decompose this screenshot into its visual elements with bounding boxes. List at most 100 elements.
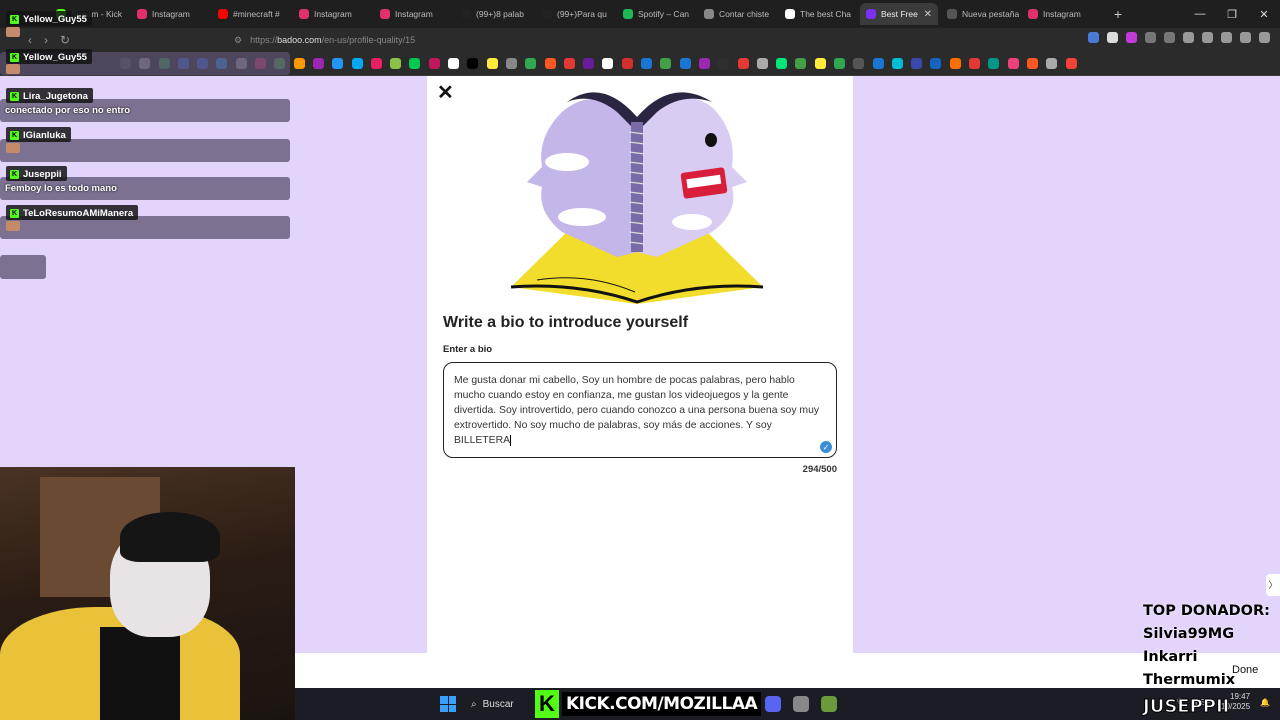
translate-icon[interactable]	[1088, 32, 1099, 43]
shield-icon[interactable]	[1240, 32, 1251, 43]
bookmark-icon[interactable]	[776, 58, 788, 69]
bookmark-icon[interactable]	[891, 58, 903, 69]
grammar-check-icon[interactable]: ✓	[820, 441, 832, 453]
site-info-icon[interactable]: ⚙	[234, 35, 242, 46]
bookmark-icon[interactable]	[718, 58, 730, 69]
bookmark-icon[interactable]	[1046, 58, 1058, 69]
app-icon[interactable]	[793, 696, 809, 712]
bookmark-icon[interactable]	[467, 58, 479, 69]
bookmark-icon[interactable]	[544, 58, 556, 69]
bookmark-icon[interactable]	[660, 58, 672, 69]
tab-favicon-icon	[380, 9, 390, 19]
webcam-hair	[120, 512, 220, 562]
tab-label: Spotify – Can	[638, 9, 690, 19]
sidebar-icon[interactable]	[1183, 32, 1194, 43]
bookmark-icon[interactable]	[949, 58, 961, 69]
avatar	[6, 143, 20, 153]
bookmark-icon[interactable]	[969, 58, 981, 69]
screen: Stream - Kick Instagram #minecraft # Instag…	[0, 0, 1280, 720]
browser-tab[interactable]: Instagram	[374, 3, 452, 25]
media-icon[interactable]	[1164, 32, 1175, 43]
browser-tab[interactable]: (99+)Para qu	[536, 3, 614, 25]
bookmark-icon[interactable]	[525, 58, 537, 69]
close-window-button[interactable]: ✕	[1248, 0, 1280, 28]
bookmark-icon[interactable]	[390, 58, 402, 69]
bookmark-icon[interactable]	[1007, 58, 1019, 69]
windows-start-icon[interactable]	[440, 696, 456, 712]
tab-close-icon[interactable]: ✕	[924, 9, 932, 20]
bookmark-icon[interactable]	[505, 58, 517, 69]
bookmark-icon[interactable]	[293, 58, 305, 69]
chat-username: K Lira_Jugetona	[6, 88, 93, 103]
bookmark-icon[interactable]	[1026, 58, 1038, 69]
bookmark-icon[interactable]	[312, 58, 324, 69]
browser-tab[interactable]: Instagram	[1022, 3, 1100, 25]
discord-icon[interactable]	[765, 696, 781, 712]
bookmark-icon[interactable]	[1065, 58, 1077, 69]
back-icon[interactable]: ‹	[28, 33, 32, 47]
puzzle-icon[interactable]	[1145, 32, 1156, 43]
forward-icon[interactable]: ›	[44, 33, 48, 47]
browser-tab[interactable]: The best Cha	[779, 3, 857, 25]
extension-icons	[1088, 32, 1270, 43]
close-button[interactable]: ✕	[437, 83, 455, 103]
ai-icon[interactable]	[1221, 32, 1232, 43]
bookmark-icon[interactable]	[795, 58, 807, 69]
kick-badge-icon: K	[10, 130, 19, 140]
bookmark-icon[interactable]	[428, 58, 440, 69]
minimize-button[interactable]: —	[1184, 0, 1216, 28]
taskbar-search[interactable]: ⌕ Buscar	[465, 693, 535, 715]
bookmark-icon[interactable]	[641, 58, 653, 69]
notification-icon[interactable]: 🔔	[1260, 698, 1270, 707]
bio-textarea[interactable]: Me gusta donar mi cabello, Soy un hombre…	[443, 362, 837, 458]
bookmark-icon[interactable]	[872, 58, 884, 69]
chat-username: K Juseppii	[6, 166, 67, 181]
bookmark-icon[interactable]	[988, 58, 1000, 69]
bookmark-icon[interactable]	[698, 58, 710, 69]
bookmark-icon[interactable]	[853, 58, 865, 69]
bookmark-icon[interactable]	[583, 58, 595, 69]
bookmark-icon[interactable]	[602, 58, 614, 69]
text-caret	[510, 434, 512, 446]
browser-tab[interactable]: Instagram	[293, 3, 371, 25]
bookmark-icon[interactable]	[332, 58, 344, 69]
bookmark-icon[interactable]	[930, 58, 942, 69]
extension-icon[interactable]	[1107, 32, 1118, 43]
bookmark-icon[interactable]	[833, 58, 845, 69]
bio-text: Me gusta donar mi cabello, Soy un hombre…	[454, 375, 820, 446]
wallet-icon[interactable]	[1202, 32, 1213, 43]
minecraft-icon[interactable]	[821, 696, 837, 712]
maximize-button[interactable]: ❐	[1216, 0, 1248, 28]
tab-favicon-icon	[1028, 9, 1038, 19]
bookmark-icon[interactable]	[486, 58, 498, 69]
avatar	[6, 221, 20, 231]
new-tab-button[interactable]: +	[1109, 6, 1127, 22]
bookmark-icon[interactable]	[563, 58, 575, 69]
bookmark-icon[interactable]	[737, 58, 749, 69]
side-panel-toggle[interactable]: 〉	[1266, 574, 1280, 596]
bookmark-icon[interactable]	[351, 58, 363, 69]
menu-icon[interactable]	[1259, 32, 1270, 43]
donor-name: Inkarri	[1143, 649, 1198, 665]
bookmark-icon[interactable]	[370, 58, 382, 69]
bookmark-icon[interactable]	[814, 58, 826, 69]
browser-tab[interactable]: Nueva pestaña	[941, 3, 1019, 25]
eye	[705, 133, 717, 147]
done-button[interactable]: Done	[1232, 664, 1258, 676]
browser-tab[interactable]: (99+)8 palab	[455, 3, 533, 25]
extension-icon[interactable]	[1126, 32, 1137, 43]
reload-icon[interactable]: ↻	[60, 33, 70, 47]
bookmark-icon[interactable]	[409, 58, 421, 69]
tab-favicon-icon	[299, 9, 309, 19]
bookmark-icon[interactable]	[621, 58, 633, 69]
bookmark-icon[interactable]	[679, 58, 691, 69]
tab-favicon-icon	[704, 9, 714, 19]
bookmark-icon[interactable]	[448, 58, 460, 69]
bookmark-icon[interactable]	[756, 58, 768, 69]
browser-tab[interactable]: Spotify – Can	[617, 3, 695, 25]
browser-tab[interactable]: Contar chiste	[698, 3, 776, 25]
browser-tab[interactable]: Best Free ✕	[860, 3, 938, 25]
url-host: badoo.com	[277, 35, 322, 45]
bookmark-icon[interactable]	[911, 58, 923, 69]
url-field[interactable]: ⚙ https://badoo.com/en-us/profile-qualit…	[234, 31, 954, 49]
